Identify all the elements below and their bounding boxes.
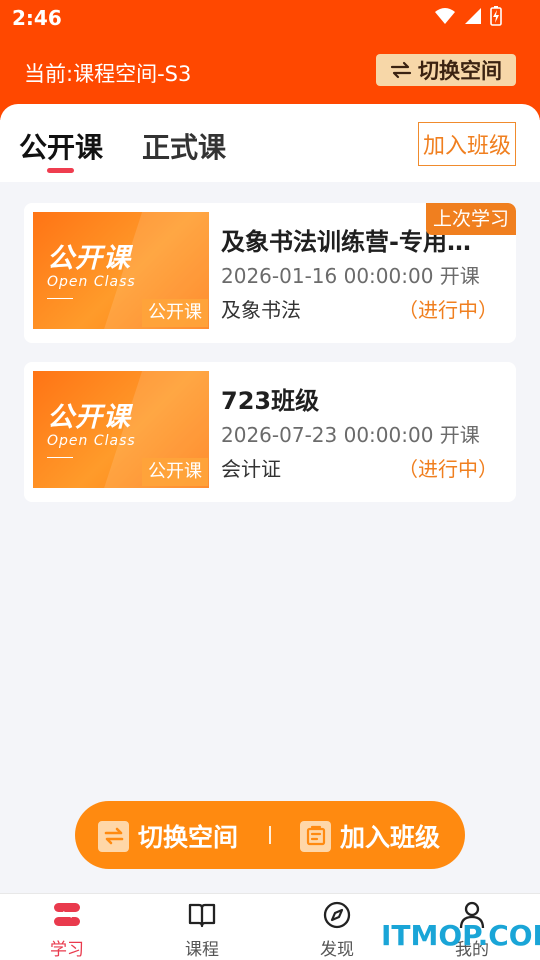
thumbnail-badge: 公开课 bbox=[142, 458, 208, 486]
thumbnail-title: 公开课 bbox=[47, 243, 131, 274]
nav-label-courses: 课程 bbox=[185, 940, 219, 960]
status-icons bbox=[434, 6, 502, 26]
floating-action-bar: 切换空间 加入班级 bbox=[75, 801, 465, 869]
course-date: 2026-07-23 00:00:00 开课 bbox=[221, 423, 480, 447]
nav-label-study: 学习 bbox=[50, 940, 84, 960]
status-time: 2:46 bbox=[12, 6, 62, 30]
course-card[interactable]: 公开课 Open Class 公开课 及象书法训练营-专用… 2026-01-1… bbox=[24, 203, 516, 343]
nav-item-discover[interactable]: 发现 bbox=[287, 894, 387, 960]
float-divider bbox=[269, 826, 271, 844]
book-icon bbox=[188, 903, 216, 928]
course-status: （进行中） bbox=[398, 457, 498, 481]
active-tab-indicator bbox=[47, 168, 74, 173]
course-organization: 及象书法 bbox=[221, 298, 301, 322]
course-organization: 会计证 bbox=[221, 457, 281, 481]
swap-icon bbox=[98, 820, 129, 852]
class-board-icon bbox=[300, 820, 331, 852]
thumbnail-divider bbox=[47, 457, 73, 458]
top-header: 2:46 当前:课程空间-S3 切换空间 bbox=[0, 0, 540, 120]
watermark: ITMOP.COM bbox=[381, 919, 540, 952]
wifi-icon bbox=[435, 8, 455, 24]
float-join-label: 加入班级 bbox=[340, 823, 441, 852]
float-join-class-button[interactable]: 加入班级 bbox=[300, 818, 440, 854]
thumbnail-divider bbox=[47, 298, 73, 299]
course-thumbnail: 公开课 Open Class 公开课 bbox=[33, 371, 209, 488]
nav-label-discover: 发现 bbox=[320, 940, 354, 960]
cellular-signal-icon bbox=[465, 8, 481, 24]
last-study-badge: 上次学习 bbox=[426, 203, 516, 235]
thumbnail-title: 公开课 bbox=[47, 402, 131, 433]
compass-icon bbox=[323, 901, 351, 929]
course-status: （进行中） bbox=[398, 298, 498, 322]
nav-item-study[interactable]: 学习 bbox=[17, 894, 117, 960]
thumbnail-subtitle: Open Class bbox=[47, 274, 136, 290]
swap-arrows-icon bbox=[390, 61, 412, 79]
stack-icon bbox=[54, 903, 80, 926]
join-class-button[interactable]: 加入班级 bbox=[418, 122, 516, 166]
float-switch-label: 切换空间 bbox=[138, 823, 239, 852]
float-switch-space-button[interactable]: 切换空间 bbox=[98, 818, 238, 854]
switch-space-button[interactable]: 切换空间 bbox=[376, 54, 516, 86]
course-thumbnail: 公开课 Open Class 公开课 bbox=[33, 212, 209, 329]
tab-formal-class[interactable]: 正式课 bbox=[142, 126, 226, 166]
course-card[interactable]: 公开课 Open Class 公开课 723班级 2026-07-23 00:0… bbox=[24, 362, 516, 502]
course-title: 723班级 bbox=[221, 387, 320, 415]
thumbnail-badge: 公开课 bbox=[142, 299, 208, 327]
battery-charging-icon bbox=[490, 6, 502, 26]
switch-space-label: 切换空间 bbox=[418, 59, 502, 83]
tab-public-class[interactable]: 公开课 bbox=[19, 126, 103, 166]
status-bar: 2:46 bbox=[0, 0, 540, 38]
nav-item-courses[interactable]: 课程 bbox=[152, 894, 252, 960]
current-space-label: 当前:课程空间-S3 bbox=[24, 62, 192, 86]
course-date: 2026-01-16 00:00:00 开课 bbox=[221, 264, 480, 288]
tabs-panel: 公开课 正式课 加入班级 bbox=[0, 104, 540, 182]
thumbnail-subtitle: Open Class bbox=[47, 433, 136, 449]
